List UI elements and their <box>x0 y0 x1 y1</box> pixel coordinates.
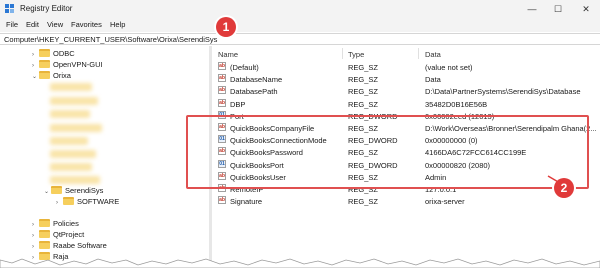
value-name: DBP <box>230 99 246 109</box>
tree-item-label: SOFTWARE <box>77 197 120 206</box>
folder-icon <box>39 71 50 79</box>
redacted-tree-item <box>50 97 98 105</box>
close-button[interactable]: ✕ <box>574 1 598 17</box>
tree-item-orixa[interactable]: ⌄ Orixa <box>32 70 71 81</box>
maximize-button[interactable]: ☐ <box>546 1 570 17</box>
menu-bar: File Edit View Favorites Help <box>0 18 600 32</box>
column-header-type[interactable]: Type <box>348 50 364 59</box>
chevron-down-icon[interactable]: ⌄ <box>32 72 39 83</box>
menu-help[interactable]: Help <box>110 20 125 29</box>
value-type: REG_SZ <box>348 99 379 109</box>
window-title: Registry Editor <box>20 4 73 13</box>
tree-item-label: ODBC <box>53 49 75 58</box>
value-data: orixa-server <box>425 197 465 207</box>
folder-icon <box>39 241 50 249</box>
tree-item-label: Raabe Software <box>53 241 107 250</box>
folder-icon <box>39 60 50 68</box>
chevron-down-icon[interactable]: ⌄ <box>44 187 51 198</box>
tree-item-label: QtProject <box>53 230 85 239</box>
column-divider[interactable] <box>418 48 419 59</box>
redacted-tree-item <box>50 124 102 132</box>
string-value-icon: ab <box>218 62 226 70</box>
menu-file[interactable]: File <box>6 20 18 29</box>
tree-item-openvpn-gui[interactable]: › OpenVPN-GUI <box>32 59 103 70</box>
column-divider[interactable] <box>342 48 343 59</box>
tree-item-policies[interactable]: › Policies <box>32 218 79 229</box>
torn-edge <box>0 258 600 268</box>
redacted-tree-item <box>50 110 90 118</box>
column-header-data[interactable]: Data <box>425 50 441 59</box>
value-name: DatabaseName <box>230 75 283 85</box>
tree-item-odbc[interactable]: › ODBC <box>32 48 75 59</box>
value-name: DatabasePath <box>230 87 278 97</box>
folder-icon <box>39 49 50 57</box>
folder-icon <box>51 186 62 194</box>
menu-view[interactable]: View <box>47 20 63 29</box>
value-data: D:\Data\PartnerSystems\SerendiSys\Databa… <box>425 87 581 97</box>
tree-item-label: Orixa <box>53 71 71 80</box>
title-bar: Registry Editor — ☐ ✕ <box>0 0 600 18</box>
value-data: 35482D0B16E56B <box>425 99 488 109</box>
tree-item-serendisys[interactable]: ⌄ SerendiSys <box>44 185 103 196</box>
callout-2: 2 <box>554 178 574 198</box>
minimize-button[interactable]: — <box>520 1 544 17</box>
highlight-box <box>186 115 589 189</box>
column-header-name[interactable]: Name <box>218 50 238 59</box>
value-row[interactable]: ab (Default) REG_SZ (value not set) <box>212 62 600 74</box>
value-row[interactable]: ab DatabasePath REG_SZ D:\Data\PartnerSyste… <box>212 86 600 98</box>
registry-editor-icon <box>5 4 14 13</box>
value-row[interactable]: ab Signature REG_SZ orixa-server <box>212 196 600 208</box>
string-value-icon: ab <box>218 196 226 205</box>
tree-item-qtproject[interactable]: › QtProject <box>32 229 84 240</box>
value-type: REG_SZ <box>348 87 379 97</box>
redacted-tree-item <box>50 83 92 91</box>
string-value-icon: ab <box>218 86 226 95</box>
redacted-tree-item <box>50 137 88 145</box>
tree-item-software[interactable]: › SOFTWARE <box>56 196 119 207</box>
tree-item-label: OpenVPN-GUI <box>53 60 103 69</box>
address-path[interactable]: Computer\HKEY_CURRENT_USER\Software\Orix… <box>4 35 217 44</box>
redacted-tree-item <box>50 163 92 171</box>
value-type: REG_SZ <box>348 197 379 207</box>
value-name: (Default) <box>230 63 259 72</box>
chevron-right-icon[interactable]: › <box>56 198 63 209</box>
value-row[interactable]: ab DatabaseName REG_SZ Data <box>212 74 600 86</box>
value-type: REG_SZ <box>348 75 379 85</box>
menu-edit[interactable]: Edit <box>26 20 39 29</box>
redacted-tree-item <box>50 150 96 158</box>
key-tree-pane[interactable]: › ODBC › OpenVPN-GUI ⌄ Orixa ⌄ SerendiSys › S… <box>0 46 209 268</box>
folder-icon <box>63 197 74 205</box>
callout-1: 1 <box>216 17 236 37</box>
value-type: REG_SZ <box>348 63 379 72</box>
menu-favorites[interactable]: Favorites <box>71 20 102 29</box>
tree-item-raabe-software[interactable]: › Raabe Software <box>32 240 107 251</box>
redacted-tree-item <box>50 176 100 184</box>
tree-item-label: Policies <box>53 219 79 228</box>
folder-icon <box>39 230 50 238</box>
value-row[interactable]: ab DBP REG_SZ 35482D0B16E56B <box>212 98 600 111</box>
string-value-icon: ab <box>218 98 226 107</box>
string-value-icon: ab <box>218 74 226 83</box>
folder-icon <box>39 219 50 227</box>
value-data: (value not set) <box>425 63 473 72</box>
value-data: Data <box>425 75 441 85</box>
tree-item-label: SerendiSys <box>65 186 104 195</box>
value-name: Signature <box>230 197 263 207</box>
address-bar[interactable]: Computer\HKEY_CURRENT_USER\Software\Orix… <box>0 33 600 45</box>
